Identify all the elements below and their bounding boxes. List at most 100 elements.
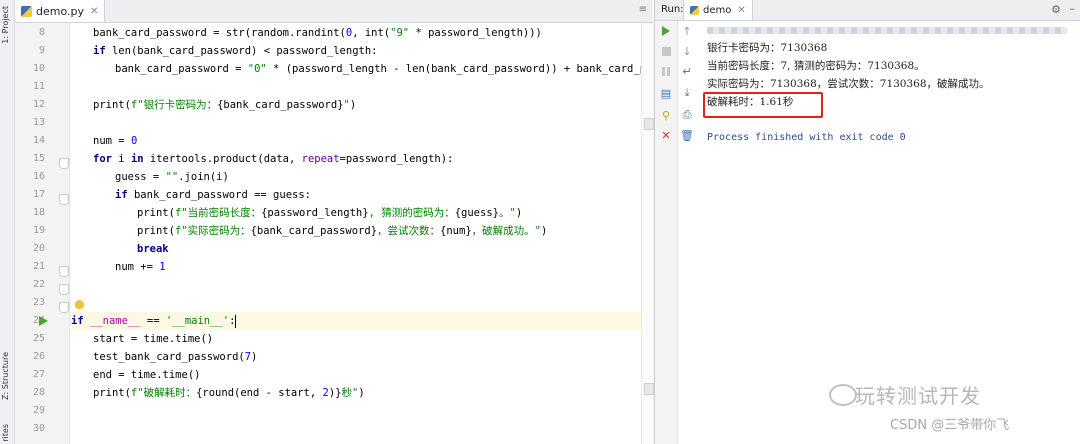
pause-button[interactable]: [658, 63, 674, 79]
run-tab-label: demo: [703, 4, 732, 16]
line-number: 8: [38, 27, 45, 38]
pin-tab-button[interactable]: ⚲: [658, 107, 674, 123]
structure-tab-label: Z: Structure: [1, 352, 10, 400]
run-toolbar: ▤ ⚲ ✕ ↑ ↓ ↵ ⤓ ⎙ 🗑: [655, 21, 694, 444]
close-icon[interactable]: ✕: [737, 5, 745, 16]
favorites-tool-tab[interactable]: rites: [1, 424, 13, 442]
line-number: 30: [32, 423, 45, 434]
run-header: Run: demo ✕ ⚙ –: [655, 0, 1080, 21]
minimize-icon[interactable]: –: [1070, 2, 1076, 15]
line-number: 10: [32, 63, 45, 74]
close-icon: ✕: [661, 128, 671, 142]
line-number: 15: [32, 153, 45, 164]
code-line: num = 0: [93, 135, 138, 147]
line-number: 25: [32, 333, 45, 344]
close-run-button[interactable]: ✕: [658, 127, 674, 143]
structure-tool-tab[interactable]: Z: Structure: [1, 352, 13, 400]
line-number: 20: [32, 243, 45, 254]
fold-marker[interactable]: [59, 194, 69, 205]
process-finished-line: Process finished with exit code 0: [707, 132, 906, 143]
line-number-gutter: 8 9 10 11 12 13 14 15 16 17 18 19 20 21 …: [15, 23, 70, 444]
code-line: bank_card_password = "0" * (password_len…: [115, 63, 691, 75]
console-line: 实际密码为：7130368，尝试次数：7130368，破解成功。: [707, 78, 990, 90]
run-gutter-icon[interactable]: [39, 316, 48, 326]
code-line: if len(bank_card_password) < password_le…: [93, 45, 378, 57]
line-number: 22: [32, 279, 45, 290]
code-line: bank_card_password = str(random.randint(…: [93, 27, 542, 39]
run-tool-window: Run: demo ✕ ⚙ – ▤ ⚲ ✕ ↑ ↓ ↵ ⤓ ⎙ 🗑 银行卡密码为…: [654, 0, 1080, 444]
gear-icon[interactable]: ⚙: [1051, 3, 1061, 16]
tab-menu-icon[interactable]: ≡: [639, 4, 647, 15]
favorites-tab-label: rites: [1, 424, 10, 442]
fold-marker[interactable]: [59, 284, 69, 295]
editor-tab-bar: demo.py ✕ ≡: [15, 0, 653, 23]
close-icon[interactable]: ✕: [90, 6, 98, 17]
line-number: 11: [32, 81, 45, 92]
project-tab-label: 1: Project: [1, 6, 10, 44]
watermark-credit: CSDN @三爷带你飞: [890, 418, 1010, 433]
pin-icon: ⚲: [661, 108, 671, 122]
run-tab-demo[interactable]: demo ✕: [683, 0, 753, 20]
code-line: end = time.time(): [93, 369, 201, 381]
line-number: 12: [32, 99, 45, 110]
console-line: 当前密码长度：7, 猜测的密码为：7130368。: [707, 60, 925, 72]
file-tab-label: demo.py: [36, 4, 84, 18]
console-line: 银行卡密码为：7130368: [707, 42, 828, 54]
scroll-marker: [644, 118, 654, 130]
code-line-current: if __name__ == '__main__':: [71, 312, 641, 330]
scroll-marker: [644, 383, 654, 395]
dump-threads-button[interactable]: ▤: [658, 85, 674, 101]
code-line: start = time.time(): [93, 333, 214, 345]
python-file-icon: [21, 5, 32, 17]
line-number: 14: [32, 135, 45, 146]
code-line: print(f"实际密码为：{bank_card_password}，尝试次数：…: [137, 225, 548, 237]
fold-marker[interactable]: [59, 158, 69, 169]
code-line: print(f"破解耗时：{round(end - start, 2)}秒"): [93, 387, 365, 399]
editor-scrollbar[interactable]: [641, 23, 654, 444]
line-number: 19: [32, 225, 45, 236]
line-number: 17: [32, 189, 45, 200]
line-number: 9: [38, 45, 45, 56]
code-editor: demo.py ✕ ≡ 8 9 10 11 12 13 14 15 16 17 …: [15, 0, 691, 444]
project-tool-tab[interactable]: 1: Project: [1, 6, 13, 44]
code-line: for i in itertools.product(data, repeat=…: [93, 153, 454, 165]
line-number: 13: [32, 117, 45, 128]
file-tab-demo[interactable]: demo.py ✕: [15, 0, 106, 22]
code-line: num += 1: [115, 261, 166, 273]
left-tool-stripe: 1: Project Z: Structure rites: [0, 0, 15, 444]
fold-marker[interactable]: [59, 302, 69, 313]
line-number: 27: [32, 369, 45, 380]
line-number: 16: [32, 171, 45, 182]
stop-icon: [661, 46, 671, 56]
code-line: guess = "".join(i): [115, 171, 229, 183]
fold-marker[interactable]: [59, 266, 69, 277]
line-number: 23: [32, 297, 45, 308]
code-line: if bank_card_password == guess:: [115, 189, 311, 201]
pause-icon: [662, 66, 670, 76]
play-icon: [662, 26, 670, 36]
code-line: break: [137, 243, 169, 255]
watermark-brand: 玩转测试开发: [855, 384, 981, 408]
python-file-icon: [690, 5, 699, 15]
code-line: print(f"银行卡密码为：{bank_card_password}"): [93, 99, 357, 111]
line-number: 26: [32, 351, 45, 362]
line-number: 29: [32, 405, 45, 416]
code-area[interactable]: bank_card_password = str(random.randint(…: [71, 23, 691, 444]
rerun-button[interactable]: [658, 23, 674, 39]
threads-icon: ▤: [660, 86, 672, 100]
code-line: print(f"当前密码长度：{password_length}, 猜测的密码为…: [137, 207, 523, 219]
blurred-command-line: [707, 27, 1067, 34]
wechat-icon: [829, 384, 857, 406]
stop-button[interactable]: [658, 43, 674, 59]
highlight-box: [703, 92, 823, 118]
lightbulb-icon[interactable]: [75, 300, 84, 309]
code-line: test_bank_card_password(7): [93, 351, 258, 363]
line-number: 28: [32, 387, 45, 398]
line-number: 21: [32, 261, 45, 272]
